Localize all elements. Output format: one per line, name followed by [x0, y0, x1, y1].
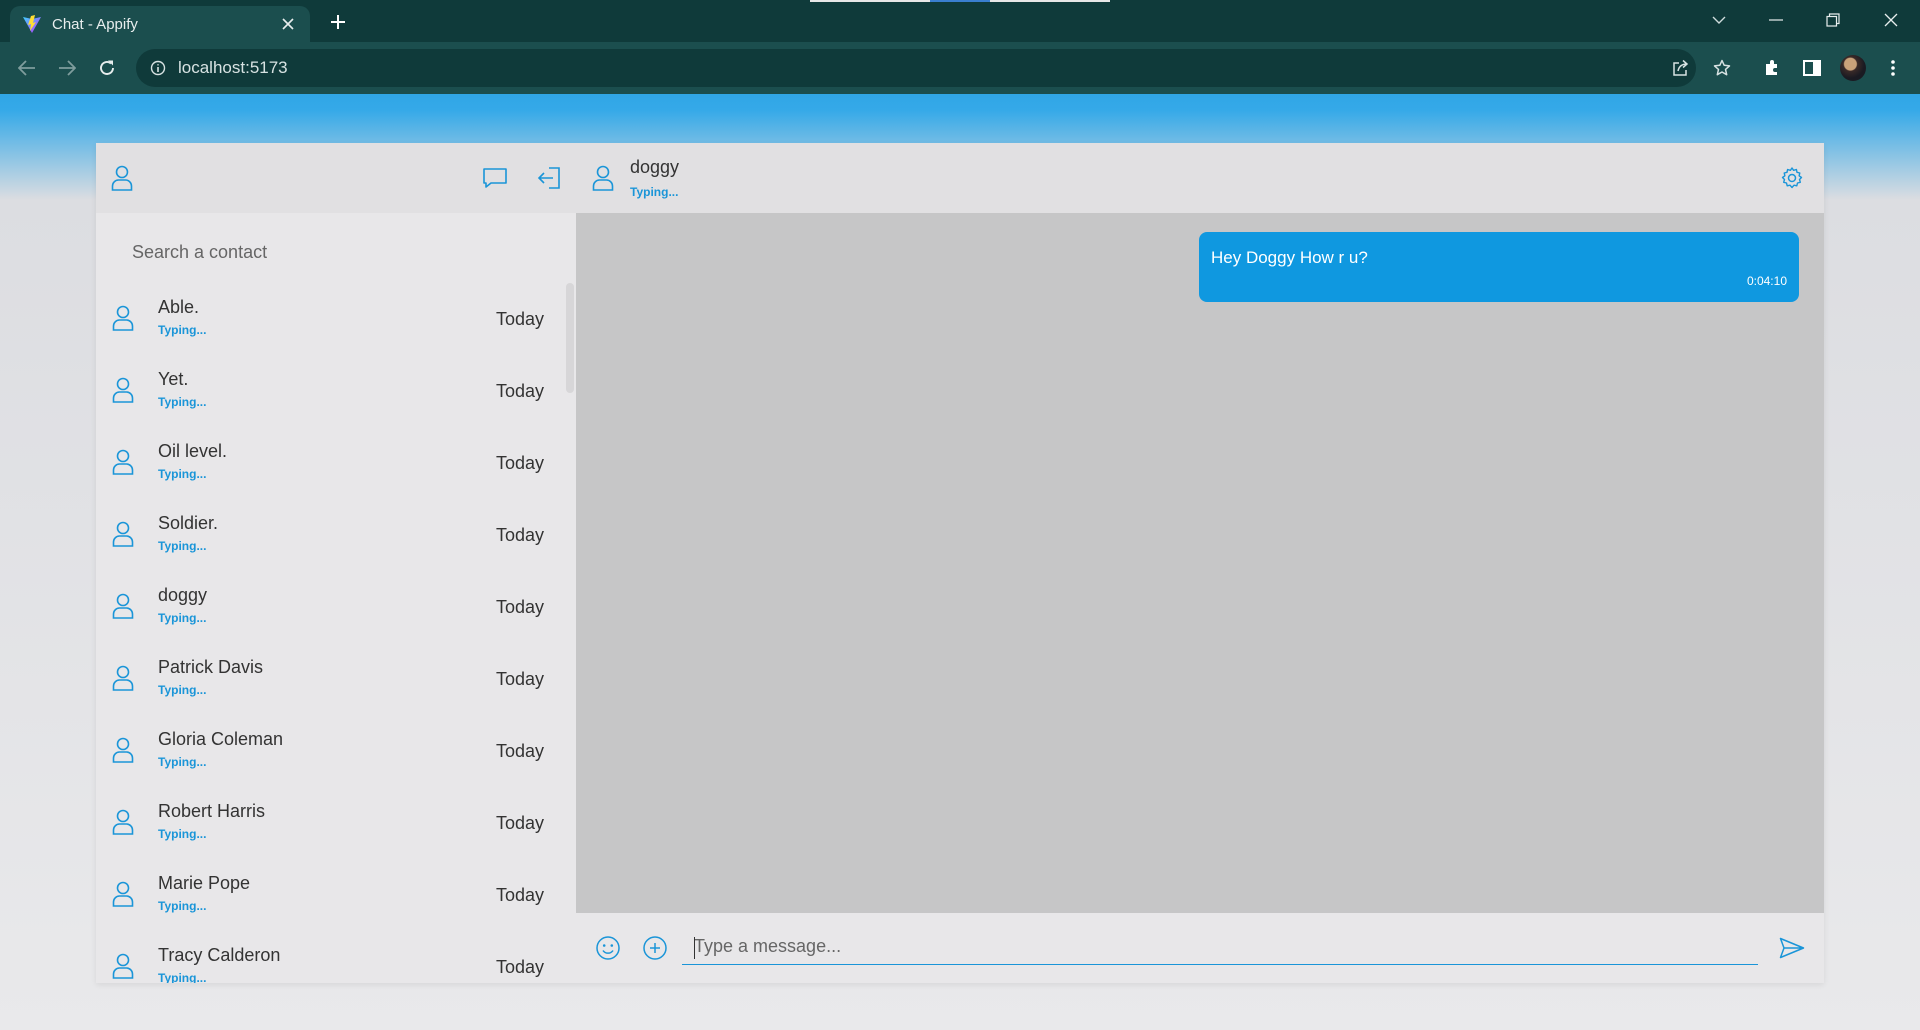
attach-plus-icon[interactable]: [639, 932, 671, 964]
browser-tab[interactable]: Chat - Appify: [10, 6, 310, 42]
search-contact-input[interactable]: [132, 237, 552, 267]
message-time: 0:04:10: [1746, 274, 1787, 288]
tab-title: Chat - Appify: [52, 15, 138, 33]
contact-status: Typing...: [158, 539, 207, 553]
contact-time: Today: [495, 309, 544, 329]
window-close-icon[interactable]: [1868, 0, 1914, 40]
contact-status: Typing...: [158, 683, 207, 697]
contact-time: Today: [495, 957, 544, 977]
contact-status: Typing...: [158, 899, 207, 913]
contact-list-scrollbar[interactable]: [566, 283, 574, 393]
tab-search-chevron-down-icon[interactable]: [1696, 0, 1742, 40]
url-text: localhost:5173: [178, 58, 288, 77]
contact-time: Today: [495, 381, 544, 401]
contact-user-icon: [112, 737, 138, 767]
contact-item[interactable]: Robert Harris Typing... Today: [96, 787, 566, 859]
contact-time: Today: [495, 741, 544, 761]
extensions-icon[interactable]: [1758, 54, 1786, 82]
message-text: Hey Doggy How r u?: [1211, 248, 1368, 267]
contact-item[interactable]: Gloria Coleman Typing... Today: [96, 715, 566, 787]
contact-name: Robert Harris: [158, 801, 266, 821]
my-profile-user-icon[interactable]: [106, 162, 138, 194]
new-tab-plus-icon[interactable]: [325, 9, 351, 35]
close-tab-icon[interactable]: [278, 14, 298, 34]
contact-name: Patrick Davis: [158, 657, 264, 677]
contact-time: Today: [495, 885, 544, 905]
back-icon[interactable]: [13, 54, 41, 82]
contact-time: Today: [495, 453, 544, 473]
contact-item[interactable]: Able. Typing... Today: [96, 283, 566, 355]
chat-app: Able.Typing...TodayYet.Typing...TodayOil…: [96, 143, 1824, 983]
message-composer: [576, 913, 1824, 983]
bookmark-star-icon[interactable]: [1708, 54, 1736, 82]
contact-item[interactable]: Yet. Typing... Today: [96, 355, 566, 427]
contact-time: Today: [495, 597, 544, 617]
contact-status: Typing...: [158, 611, 207, 625]
contact-name: Tracy Calderon: [158, 945, 281, 965]
message-area: Hey Doggy How r u? 0:04:10: [576, 213, 1824, 913]
contact-status: Typing...: [158, 827, 207, 841]
outgoing-message: Hey Doggy How r u? 0:04:10: [1199, 232, 1799, 302]
contact-user-icon: [112, 377, 138, 407]
chat-contact-name: doggy: [630, 157, 680, 177]
message-input[interactable]: [682, 929, 1758, 965]
send-icon[interactable]: [1776, 932, 1808, 964]
contact-name: Yet.: [158, 369, 189, 389]
text-caret: [694, 937, 695, 959]
contact-time: Today: [495, 813, 544, 833]
contact-name: Marie Pope: [158, 873, 251, 893]
emoji-icon[interactable]: [592, 932, 624, 964]
contact-user-icon: [112, 521, 138, 551]
contact-user-icon: [112, 809, 138, 839]
contact-user-icon: [112, 881, 138, 911]
contact-status: Typing...: [158, 395, 207, 409]
minimize-icon[interactable]: [1753, 0, 1799, 40]
contact-user-icon: [592, 165, 618, 195]
tabbar-accent-line-blue: [930, 0, 990, 2]
browser-toolbar: localhost:5173: [0, 42, 1920, 94]
contact-time: Today: [495, 669, 544, 689]
contact-time: Today: [495, 525, 544, 545]
contact-status: Typing...: [158, 755, 207, 769]
contact-user-icon: [112, 953, 138, 983]
vite-favicon-icon: [22, 14, 42, 34]
browser-tabbar: Chat - Appify: [0, 0, 1920, 42]
chat-contact-status: Typing...: [630, 185, 679, 199]
contact-user-icon: [112, 593, 138, 623]
reload-icon[interactable]: [93, 54, 121, 82]
contact-status: Typing...: [158, 971, 207, 983]
contact-user-icon: [112, 305, 138, 335]
contact-user-icon: [112, 665, 138, 695]
logout-icon[interactable]: [533, 162, 565, 194]
side-panel-icon[interactable]: [1798, 54, 1826, 82]
sidebar-header: [96, 143, 576, 213]
contact-status: Typing...: [158, 467, 207, 481]
restore-icon[interactable]: [1810, 0, 1856, 40]
contact-name: Soldier.: [158, 513, 219, 533]
kebab-menu-icon[interactable]: [1879, 54, 1907, 82]
contact-name: Oil level.: [158, 441, 228, 461]
contact-status: Typing...: [158, 323, 207, 337]
contact-item[interactable]: doggy Typing... Today: [96, 571, 566, 643]
address-bar[interactable]: localhost:5173: [136, 49, 1696, 87]
site-info-icon[interactable]: [150, 60, 166, 76]
contact-item[interactable]: Marie Pope Typing... Today: [96, 859, 566, 931]
sidebar: Able.Typing...TodayYet.Typing...TodayOil…: [96, 143, 576, 983]
contact-item[interactable]: Patrick Davis Typing... Today: [96, 643, 566, 715]
contact-list: Able. Typing... Today Yet. Typing... Today Oil…: [96, 283, 576, 983]
contact-item[interactable]: Soldier. Typing... Today: [96, 499, 566, 571]
profile-avatar[interactable]: [1839, 54, 1867, 82]
new-chat-message-icon[interactable]: [479, 162, 511, 194]
contact-item[interactable]: Oil level. Typing... Today: [96, 427, 566, 499]
contact-item[interactable]: Tracy Calderon Typing... Today: [96, 931, 566, 983]
forward-icon[interactable]: [53, 54, 81, 82]
contact-name: doggy: [158, 585, 208, 605]
contact-user-icon: [112, 449, 138, 479]
contact-name: Gloria Coleman: [158, 729, 284, 749]
chat-header: doggy Typing...: [576, 143, 1824, 213]
settings-gear-icon[interactable]: [1776, 162, 1808, 194]
contact-name: Able.: [158, 297, 200, 317]
share-icon[interactable]: [1667, 54, 1695, 82]
